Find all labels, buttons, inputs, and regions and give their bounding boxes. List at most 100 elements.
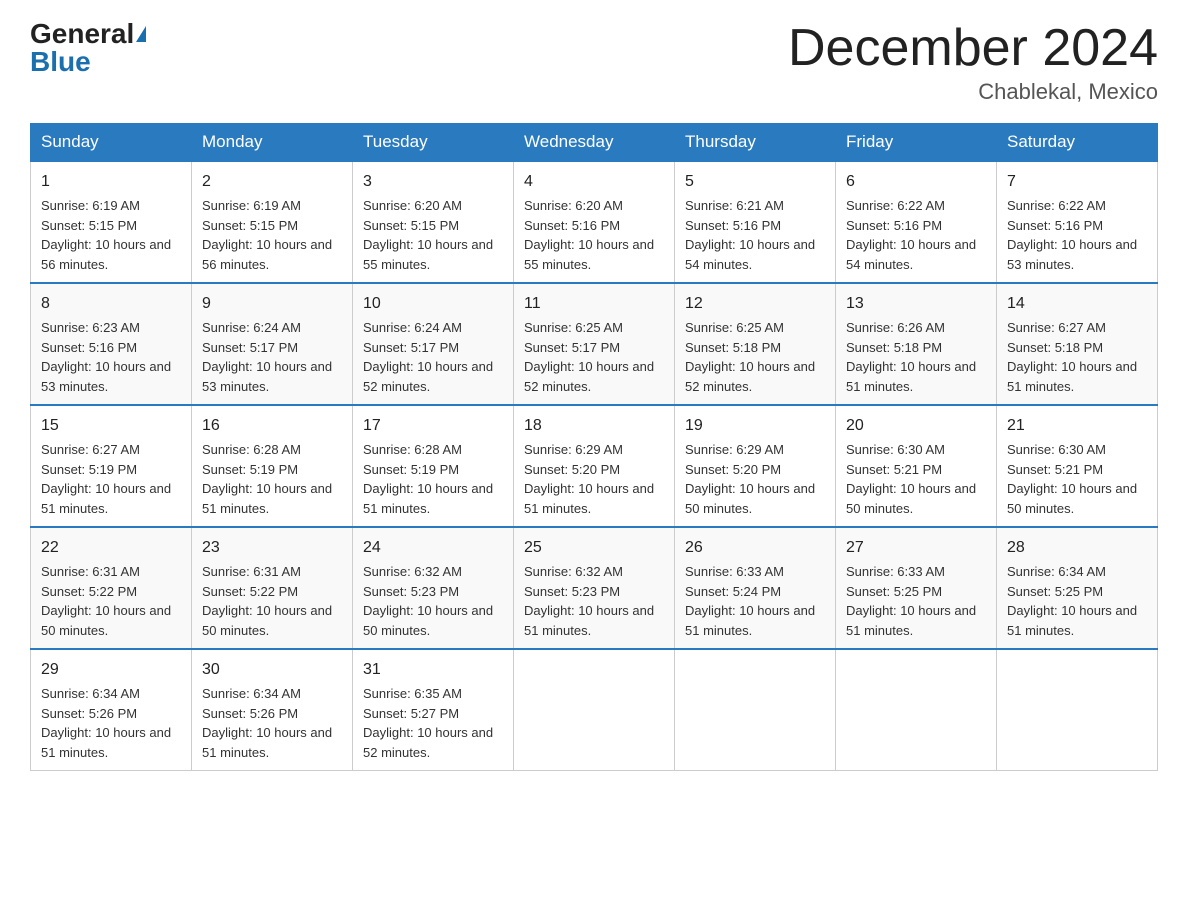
week-row-4: 22 Sunrise: 6:31 AMSunset: 5:22 PMDayligh…	[31, 527, 1158, 649]
calendar-cell: 8 Sunrise: 6:23 AMSunset: 5:16 PMDaylight…	[31, 283, 192, 405]
day-info: Sunrise: 6:34 AMSunset: 5:26 PMDaylight:…	[41, 686, 171, 760]
location-subtitle: Chablekal, Mexico	[788, 79, 1158, 105]
calendar-cell: 1 Sunrise: 6:19 AMSunset: 5:15 PMDaylight…	[31, 161, 192, 283]
calendar-cell: 28 Sunrise: 6:34 AMSunset: 5:25 PMDayligh…	[997, 527, 1158, 649]
day-number: 5	[685, 170, 825, 194]
day-info: Sunrise: 6:27 AMSunset: 5:19 PMDaylight:…	[41, 442, 171, 516]
calendar-cell: 30 Sunrise: 6:34 AMSunset: 5:26 PMDayligh…	[192, 649, 353, 771]
day-number: 13	[846, 292, 986, 316]
day-info: Sunrise: 6:24 AMSunset: 5:17 PMDaylight:…	[202, 320, 332, 394]
weekday-header-sunday: Sunday	[31, 124, 192, 162]
day-info: Sunrise: 6:29 AMSunset: 5:20 PMDaylight:…	[685, 442, 815, 516]
week-row-5: 29 Sunrise: 6:34 AMSunset: 5:26 PMDayligh…	[31, 649, 1158, 771]
calendar-cell: 18Sunrise: 6:29 AMSunset: 5:20 PMDayligh…	[514, 405, 675, 527]
calendar-table: SundayMondayTuesdayWednesdayThursdayFrid…	[30, 123, 1158, 771]
calendar-cell: 14 Sunrise: 6:27 AMSunset: 5:18 PMDayligh…	[997, 283, 1158, 405]
calendar-cell: 31 Sunrise: 6:35 AMSunset: 5:27 PMDayligh…	[353, 649, 514, 771]
day-number: 20	[846, 414, 986, 438]
logo-blue-text: Blue	[30, 48, 91, 76]
calendar-cell: 13 Sunrise: 6:26 AMSunset: 5:18 PMDayligh…	[836, 283, 997, 405]
calendar-cell: 21 Sunrise: 6:30 AMSunset: 5:21 PMDayligh…	[997, 405, 1158, 527]
day-info: Sunrise: 6:22 AMSunset: 5:16 PMDaylight:…	[846, 198, 976, 272]
day-info: Sunrise: 6:30 AMSunset: 5:21 PMDaylight:…	[1007, 442, 1137, 516]
calendar-cell: 20 Sunrise: 6:30 AMSunset: 5:21 PMDayligh…	[836, 405, 997, 527]
day-info: Sunrise: 6:22 AMSunset: 5:16 PMDaylight:…	[1007, 198, 1137, 272]
day-info: Sunrise: 6:19 AMSunset: 5:15 PMDaylight:…	[202, 198, 332, 272]
day-info: Sunrise: 6:34 AMSunset: 5:25 PMDaylight:…	[1007, 564, 1137, 638]
day-info: Sunrise: 6:25 AMSunset: 5:17 PMDaylight:…	[524, 320, 654, 394]
day-info: Sunrise: 6:30 AMSunset: 5:21 PMDaylight:…	[846, 442, 976, 516]
day-info: Sunrise: 6:34 AMSunset: 5:26 PMDaylight:…	[202, 686, 332, 760]
calendar-cell: 6Sunrise: 6:22 AMSunset: 5:16 PMDaylight…	[836, 161, 997, 283]
weekday-header-monday: Monday	[192, 124, 353, 162]
calendar-cell	[836, 649, 997, 771]
day-info: Sunrise: 6:32 AMSunset: 5:23 PMDaylight:…	[524, 564, 654, 638]
calendar-cell: 25 Sunrise: 6:32 AMSunset: 5:23 PMDayligh…	[514, 527, 675, 649]
day-number: 4	[524, 170, 664, 194]
calendar-cell	[675, 649, 836, 771]
day-info: Sunrise: 6:28 AMSunset: 5:19 PMDaylight:…	[202, 442, 332, 516]
week-row-3: 15Sunrise: 6:27 AMSunset: 5:19 PMDayligh…	[31, 405, 1158, 527]
day-info: Sunrise: 6:21 AMSunset: 5:16 PMDaylight:…	[685, 198, 815, 272]
calendar-cell: 19 Sunrise: 6:29 AMSunset: 5:20 PMDayligh…	[675, 405, 836, 527]
day-info: Sunrise: 6:28 AMSunset: 5:19 PMDaylight:…	[363, 442, 493, 516]
weekday-header-thursday: Thursday	[675, 124, 836, 162]
calendar-cell: 10 Sunrise: 6:24 AMSunset: 5:17 PMDayligh…	[353, 283, 514, 405]
day-number: 31	[363, 658, 503, 682]
day-number: 11	[524, 292, 664, 316]
weekday-header-saturday: Saturday	[997, 124, 1158, 162]
weekday-header-tuesday: Tuesday	[353, 124, 514, 162]
day-number: 30	[202, 658, 342, 682]
day-number: 21	[1007, 414, 1147, 438]
day-number: 3	[363, 170, 503, 194]
calendar-cell: 16 Sunrise: 6:28 AMSunset: 5:19 PMDayligh…	[192, 405, 353, 527]
calendar-cell: 15Sunrise: 6:27 AMSunset: 5:19 PMDayligh…	[31, 405, 192, 527]
calendar-cell: 5 Sunrise: 6:21 AMSunset: 5:16 PMDaylight…	[675, 161, 836, 283]
day-info: Sunrise: 6:25 AMSunset: 5:18 PMDaylight:…	[685, 320, 815, 394]
day-number: 25	[524, 536, 664, 560]
day-info: Sunrise: 6:35 AMSunset: 5:27 PMDaylight:…	[363, 686, 493, 760]
calendar-cell: 27Sunrise: 6:33 AMSunset: 5:25 PMDayligh…	[836, 527, 997, 649]
day-number: 26	[685, 536, 825, 560]
day-number: 29	[41, 658, 181, 682]
week-row-2: 8 Sunrise: 6:23 AMSunset: 5:16 PMDaylight…	[31, 283, 1158, 405]
day-number: 27	[846, 536, 986, 560]
day-number: 17	[363, 414, 503, 438]
day-number: 8	[41, 292, 181, 316]
calendar-cell: 9Sunrise: 6:24 AMSunset: 5:17 PMDaylight…	[192, 283, 353, 405]
day-info: Sunrise: 6:31 AMSunset: 5:22 PMDaylight:…	[41, 564, 171, 638]
calendar-cell: 2 Sunrise: 6:19 AMSunset: 5:15 PMDaylight…	[192, 161, 353, 283]
day-info: Sunrise: 6:27 AMSunset: 5:18 PMDaylight:…	[1007, 320, 1137, 394]
day-number: 28	[1007, 536, 1147, 560]
calendar-cell: 7Sunrise: 6:22 AMSunset: 5:16 PMDaylight…	[997, 161, 1158, 283]
logo-triangle-icon	[136, 26, 146, 42]
day-number: 10	[363, 292, 503, 316]
calendar-cell: 23Sunrise: 6:31 AMSunset: 5:22 PMDayligh…	[192, 527, 353, 649]
logo: General Blue	[30, 20, 146, 76]
logo-general-text: General	[30, 20, 134, 48]
calendar-cell: 17 Sunrise: 6:28 AMSunset: 5:19 PMDayligh…	[353, 405, 514, 527]
day-info: Sunrise: 6:26 AMSunset: 5:18 PMDaylight:…	[846, 320, 976, 394]
day-number: 14	[1007, 292, 1147, 316]
day-number: 16	[202, 414, 342, 438]
day-number: 19	[685, 414, 825, 438]
calendar-cell: 22 Sunrise: 6:31 AMSunset: 5:22 PMDayligh…	[31, 527, 192, 649]
day-info: Sunrise: 6:20 AMSunset: 5:16 PMDaylight:…	[524, 198, 654, 272]
day-info: Sunrise: 6:32 AMSunset: 5:23 PMDaylight:…	[363, 564, 493, 638]
day-info: Sunrise: 6:24 AMSunset: 5:17 PMDaylight:…	[363, 320, 493, 394]
day-number: 2	[202, 170, 342, 194]
calendar-cell: 11 Sunrise: 6:25 AMSunset: 5:17 PMDayligh…	[514, 283, 675, 405]
calendar-cell: 26Sunrise: 6:33 AMSunset: 5:24 PMDayligh…	[675, 527, 836, 649]
page-header: General Blue December 2024 Chablekal, Me…	[30, 20, 1158, 105]
day-number: 22	[41, 536, 181, 560]
calendar-cell	[997, 649, 1158, 771]
day-info: Sunrise: 6:20 AMSunset: 5:15 PMDaylight:…	[363, 198, 493, 272]
day-info: Sunrise: 6:19 AMSunset: 5:15 PMDaylight:…	[41, 198, 171, 272]
weekday-header-row: SundayMondayTuesdayWednesdayThursdayFrid…	[31, 124, 1158, 162]
day-number: 1	[41, 170, 181, 194]
calendar-cell: 12Sunrise: 6:25 AMSunset: 5:18 PMDayligh…	[675, 283, 836, 405]
calendar-cell: 4 Sunrise: 6:20 AMSunset: 5:16 PMDaylight…	[514, 161, 675, 283]
week-row-1: 1 Sunrise: 6:19 AMSunset: 5:15 PMDaylight…	[31, 161, 1158, 283]
day-number: 18	[524, 414, 664, 438]
day-info: Sunrise: 6:23 AMSunset: 5:16 PMDaylight:…	[41, 320, 171, 394]
